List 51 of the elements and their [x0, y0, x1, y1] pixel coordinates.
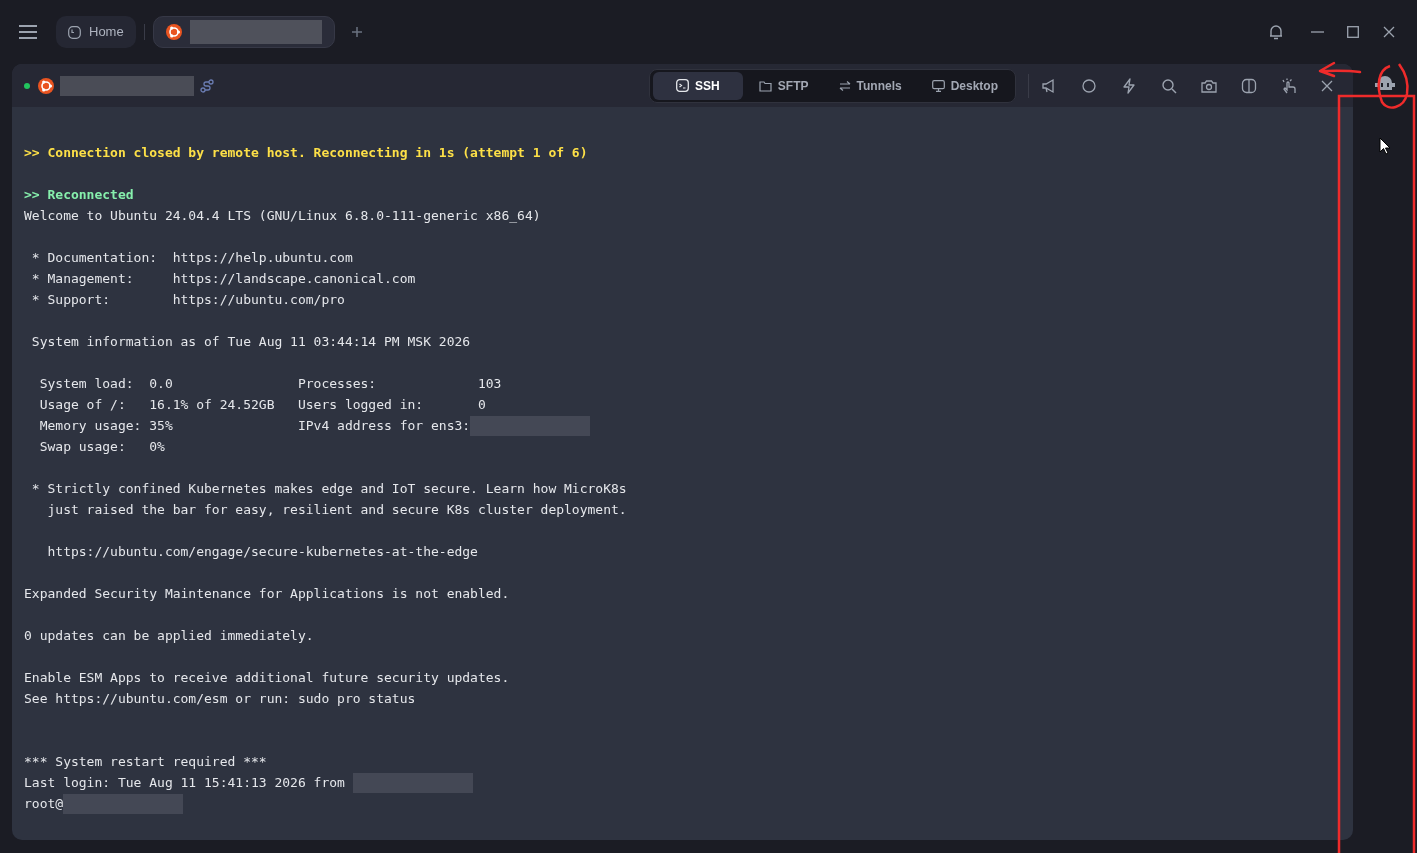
terminal-line: https://ubuntu.com/engage/secure-kubernetes-at-the-edge: [46, 543, 478, 561]
monitor-icon: [931, 79, 945, 92]
terminal-line: Memory usage: 35% IPv4 address for ens3:: [38, 417, 471, 435]
hand-tap-icon[interactable]: [1281, 77, 1297, 94]
annotation-arrow: [1318, 61, 1362, 78]
ubuntu-logo-icon: [38, 77, 54, 94]
terminal-line: >> Connection closed by remote host. Reconnecting in 1s (attempt 1 of 6): [24, 144, 588, 162]
terminal-line: root@: [24, 795, 64, 813]
mouse-cursor-icon: [1379, 137, 1391, 155]
close-icon[interactable]: [1383, 26, 1395, 38]
mode-tab[interactable]: Tunnels: [824, 71, 916, 100]
terminal-line: Usage of /: 16.1% of 24.52GB Users logged in: 0: [38, 396, 486, 414]
close-icon[interactable]: [1321, 79, 1333, 92]
terminal-line: * Management: https://landscape.canonical.com: [30, 270, 416, 288]
ubuntu-logo-icon: [165, 24, 182, 40]
terminal-line: Last login: Tue Aug 11 15:41:13 2026 from: [24, 774, 346, 792]
search-icon[interactable]: [1161, 77, 1177, 94]
tab[interactable]: Home: [56, 16, 136, 48]
folder-icon: [758, 79, 772, 92]
terminal-line: 0 updates can be applied immediately.: [24, 627, 314, 645]
swap-arrows-icon: [838, 80, 851, 91]
terminal-line: See https://ubuntu.com/esm or run: sudo pro status: [24, 690, 416, 708]
link-icon[interactable]: [200, 78, 214, 93]
tab[interactable]: [152, 16, 335, 48]
menu-icon[interactable]: [18, 24, 38, 40]
terminal-line: Enable ESM Apps to receive additional future security updates.: [24, 669, 510, 687]
clock-icon: [68, 25, 81, 39]
terminal-line: * Support: https://ubuntu.com/pro: [30, 291, 345, 309]
terminal-icon: [676, 79, 689, 92]
terminal-line: Expanded Security Maintenance for Applications is not enabled.: [24, 585, 510, 603]
bell-icon[interactable]: [1269, 24, 1283, 40]
maximize-icon[interactable]: [1347, 26, 1359, 38]
split-view-icon[interactable]: [1241, 77, 1257, 94]
robot-icon[interactable]: [1375, 74, 1395, 92]
camera-icon[interactable]: [1201, 77, 1217, 94]
lightning-icon[interactable]: [1121, 77, 1137, 94]
terminal-line: just raised the bar for easy, resilient and secure K8s cluster deployment.: [46, 501, 627, 519]
terminal-line: *** System restart required ***: [24, 753, 267, 771]
mode-tab[interactable]: SSH: [652, 71, 743, 100]
terminal-line: Welcome to Ubuntu 24.04.4 LTS (GNU/Linux 6.8.0-111-generic x86_64): [24, 207, 541, 225]
terminal-line: >> Reconnected: [24, 186, 134, 204]
megaphone-icon[interactable]: [1041, 77, 1057, 94]
mode-tab[interactable]: Desktop: [917, 71, 1012, 100]
add-tab-icon[interactable]: [350, 26, 363, 38]
terminal-line: * Strictly confined Kubernetes makes edge and IoT secure. Learn how MicroK8s: [30, 480, 627, 498]
circle-icon[interactable]: [1081, 77, 1097, 94]
terminal-line: System load: 0.0 Processes: 103: [38, 375, 502, 393]
mode-tab[interactable]: SFTP: [744, 71, 823, 100]
terminal-line: Swap usage: 0%: [38, 438, 165, 456]
terminal-line: * Documentation: https://help.ubuntu.com: [30, 249, 353, 267]
terminal-line: System information as of Tue Aug 11 03:44:14 PM MSK 2026: [30, 333, 471, 351]
